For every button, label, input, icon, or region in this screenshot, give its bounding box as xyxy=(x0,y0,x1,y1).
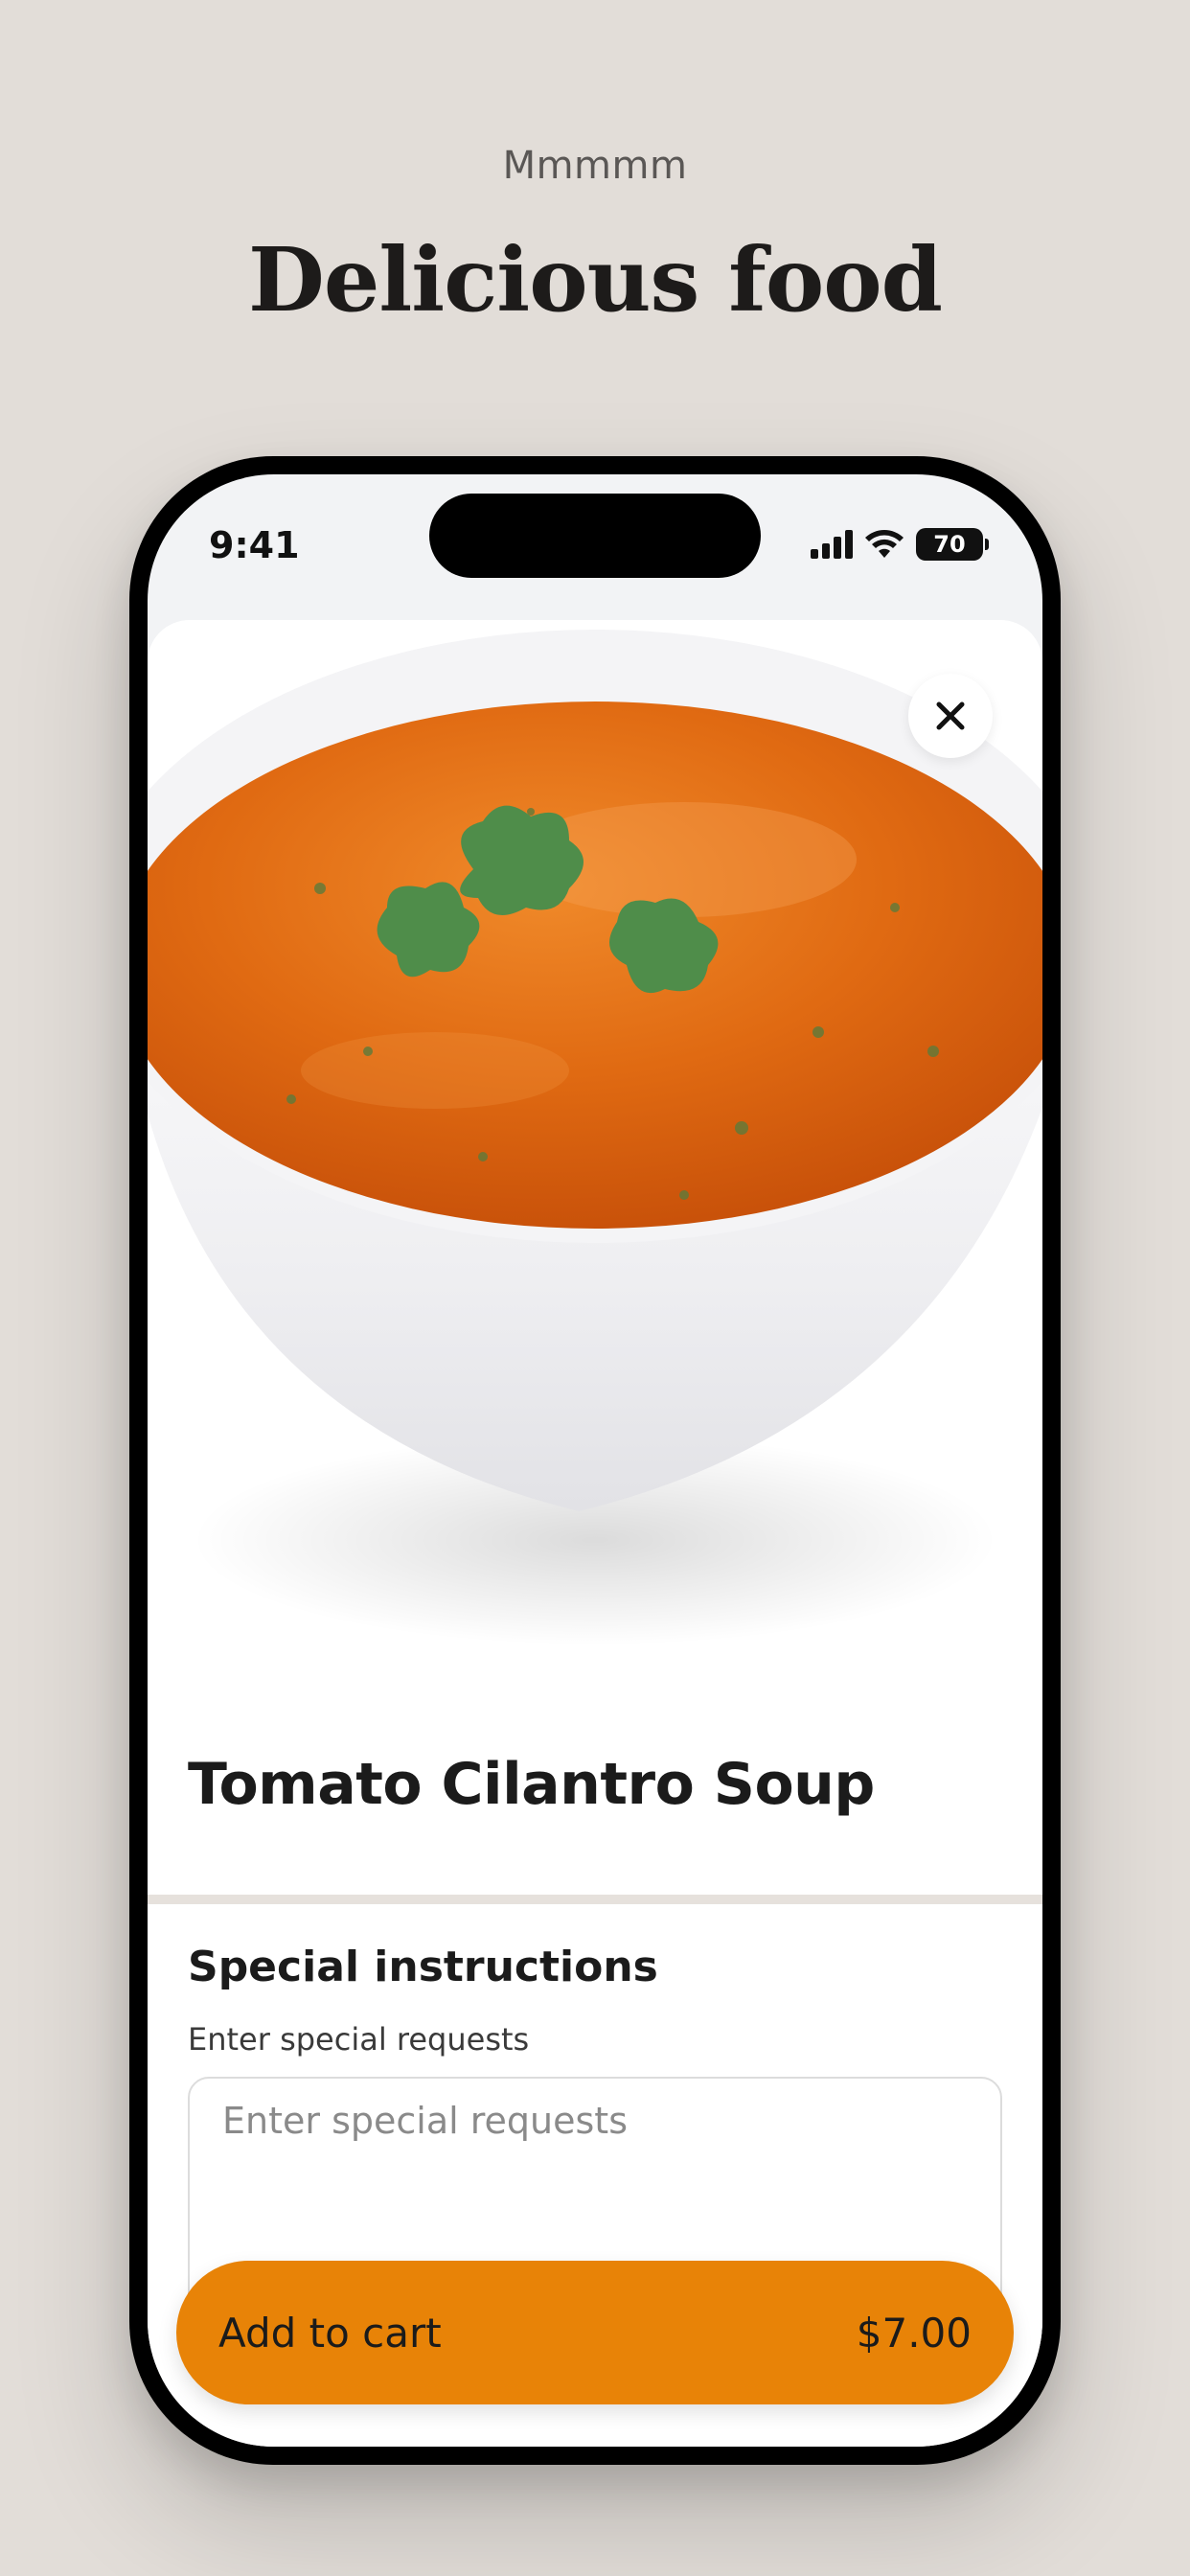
item-detail-sheet: Tomato Cilantro Soup Special instruction… xyxy=(148,620,1042,2447)
page-headline: Delicious food xyxy=(248,228,943,332)
close-icon xyxy=(936,702,965,730)
add-to-cart-button[interactable]: Add to cart $7.00 xyxy=(176,2261,1014,2404)
item-title: Tomato Cilantro Soup xyxy=(188,1751,875,1818)
cart-price: $7.00 xyxy=(856,2309,972,2357)
phone-screen: 9:41 70 Tomato Cilantro Soup Special ins… xyxy=(148,474,1042,2447)
special-instructions-title: Special instructions xyxy=(188,1943,658,1991)
phone-frame: 9:41 70 Tomato Cilantro Soup Special ins… xyxy=(129,456,1061,2465)
status-icons: 70 xyxy=(811,528,989,561)
add-to-cart-label: Add to cart xyxy=(218,2309,442,2357)
tomato-soup-bowl-image xyxy=(148,620,1042,1674)
wifi-icon xyxy=(865,530,904,558)
battery-icon: 70 xyxy=(916,528,989,561)
special-instructions-label: Enter special requests xyxy=(188,2021,530,2058)
status-bar: 9:41 70 xyxy=(148,474,1042,599)
cellular-signal-icon xyxy=(811,530,853,559)
section-divider xyxy=(148,1895,1042,1904)
close-button[interactable] xyxy=(908,674,993,758)
dynamic-island xyxy=(429,494,761,578)
page-eyebrow: Mmmmm xyxy=(502,144,688,188)
status-time: 9:41 xyxy=(209,524,300,566)
